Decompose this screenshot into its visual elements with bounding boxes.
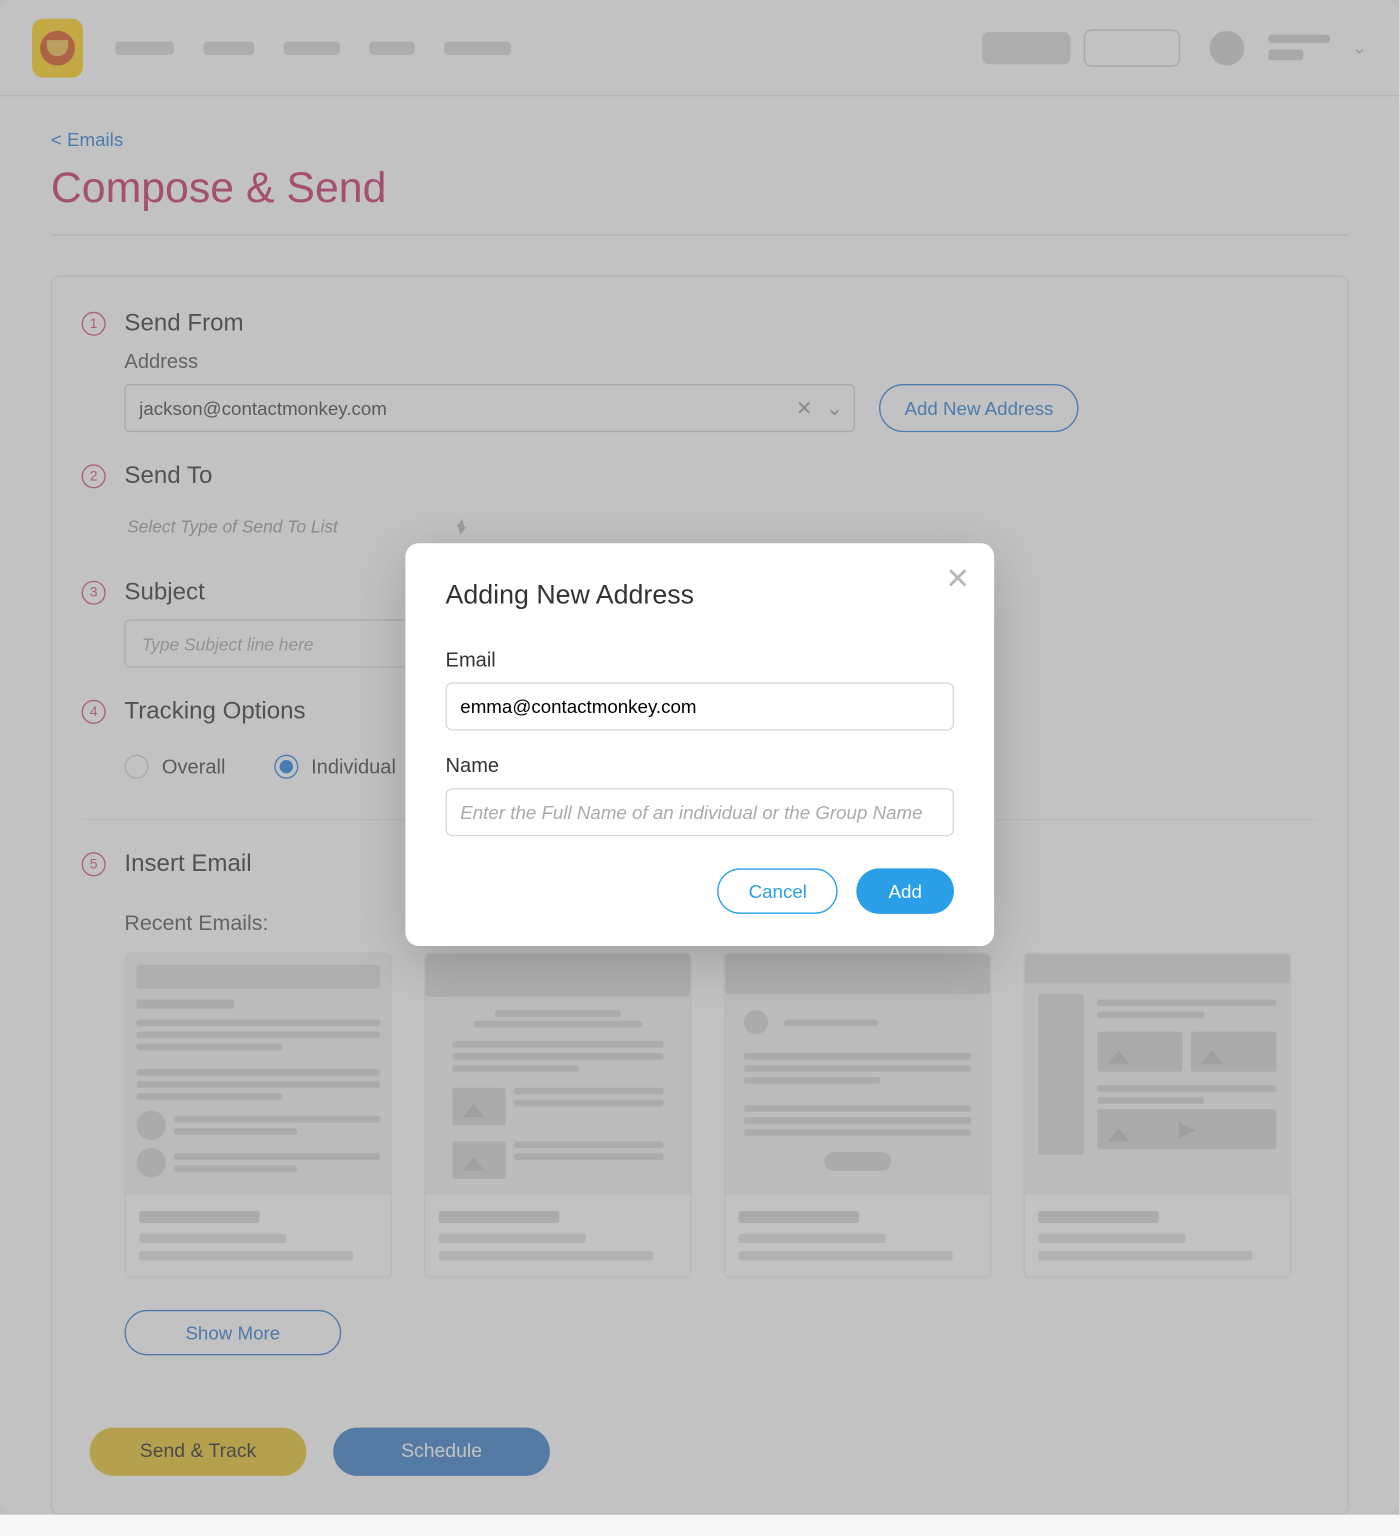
add-button[interactable]: Add xyxy=(856,868,954,913)
add-address-modal: ✕ Adding New Address Email Name Cancel A… xyxy=(405,543,994,946)
email-input[interactable] xyxy=(446,682,954,730)
close-icon[interactable]: ✕ xyxy=(945,565,970,594)
name-label: Name xyxy=(446,755,954,778)
modal-title: Adding New Address xyxy=(446,581,954,612)
cancel-button[interactable]: Cancel xyxy=(718,868,838,913)
name-input[interactable] xyxy=(446,788,954,836)
modal-overlay: ✕ Adding New Address Email Name Cancel A… xyxy=(0,0,1400,1515)
email-label: Email xyxy=(446,649,954,672)
